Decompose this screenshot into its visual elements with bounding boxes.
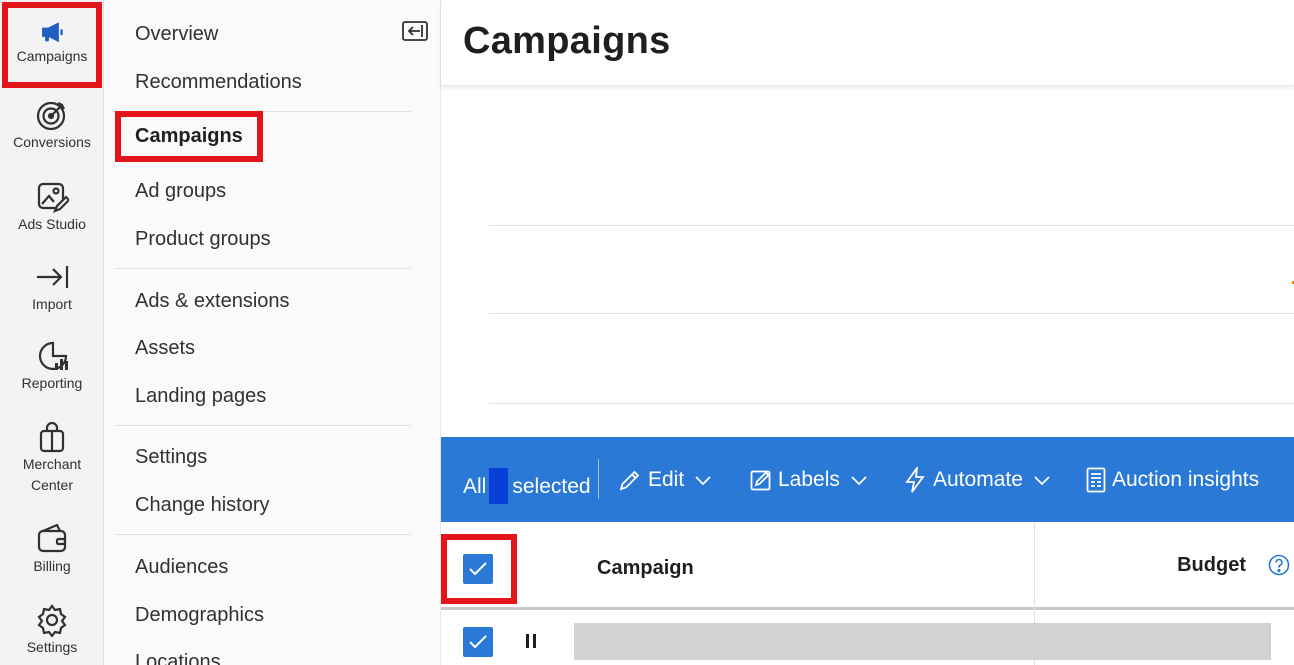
select-all-checkbox[interactable] <box>463 554 493 584</box>
shopping-bag-icon <box>39 421 65 453</box>
edit-button[interactable]: Edit <box>618 465 712 495</box>
automate-button[interactable]: Automate <box>903 465 1051 495</box>
rail-item-reporting[interactable]: Reporting <box>0 339 104 394</box>
nav-item-change-history[interactable]: Change history <box>135 494 270 517</box>
rail-label-ads-studio: Ads Studio <box>18 216 86 232</box>
rail-item-settings[interactable]: Settings <box>0 603 104 658</box>
redacted-count <box>489 468 509 504</box>
help-icon[interactable] <box>1268 554 1290 576</box>
selection-status: All selected <box>463 468 591 504</box>
select-all-highlight <box>441 534 517 604</box>
bulk-action-toolbar: All selected Edit Labels Automate Auctio… <box>441 437 1294 522</box>
auction-insights-button[interactable]: Auction insights <box>1086 465 1259 495</box>
nav-divider <box>114 268 411 269</box>
toolbar-separator <box>598 459 599 499</box>
column-header-budget[interactable]: Budget <box>1177 554 1246 577</box>
rail-label-import: Import <box>32 296 72 312</box>
chart-gridline <box>489 403 1294 404</box>
nav-item-recommendations[interactable]: Recommendations <box>135 71 302 94</box>
checkmark-icon <box>469 635 487 649</box>
rail-label-settings: Settings <box>26 639 78 655</box>
rail-label-reporting: Reporting <box>21 375 83 391</box>
megaphone-icon <box>42 22 63 43</box>
rail-label-billing: Billing <box>33 558 71 574</box>
rail-item-billing[interactable]: Billing <box>0 522 104 577</box>
nav-item-campaigns[interactable]: Campaigns <box>115 111 263 162</box>
rail-label-merchant-center: Merchant Center <box>22 456 82 493</box>
pause-icon[interactable] <box>525 633 537 649</box>
page-title: Campaigns <box>463 20 671 62</box>
lightning-icon <box>905 467 925 493</box>
collapse-panel-icon[interactable] <box>402 21 428 41</box>
target-icon <box>36 101 66 131</box>
rail-label-campaigns: Campaigns <box>16 48 88 64</box>
labels-button[interactable]: Labels <box>750 465 868 495</box>
left-rail: Campaigns Conversions Ads Studio Import … <box>0 0 104 665</box>
table-header: Campaign Budget <box>441 522 1294 610</box>
chart-gridline <box>489 313 1294 314</box>
nav-item-ad-groups[interactable]: Ad groups <box>135 180 226 203</box>
rail-item-conversions[interactable]: Conversions <box>0 98 104 153</box>
nav-item-settings[interactable]: Settings <box>135 446 207 469</box>
table-row <box>441 613 1294 665</box>
label-edit-icon <box>750 470 771 491</box>
rail-item-merchant-center[interactable]: Merchant Center <box>0 420 104 496</box>
secondary-nav: Overview Recommendations Campaigns Ad gr… <box>104 0 441 665</box>
pie-chart-icon <box>38 341 68 371</box>
automate-label: Automate <box>933 468 1023 491</box>
pencil-icon <box>619 470 640 491</box>
column-header-campaign[interactable]: Campaign <box>597 557 694 580</box>
nav-item-product-groups[interactable]: Product groups <box>135 228 271 251</box>
gear-icon <box>37 604 67 637</box>
nav-divider <box>114 425 411 426</box>
rail-item-ads-studio[interactable]: Ads Studio <box>0 180 104 235</box>
rail-label-conversions: Conversions <box>13 134 91 150</box>
selection-prefix: All <box>463 475 487 498</box>
import-arrow-icon <box>37 266 69 288</box>
report-icon <box>1086 467 1106 493</box>
image-edit-icon <box>37 182 69 213</box>
nav-item-audiences[interactable]: Audiences <box>135 556 228 579</box>
nav-item-landing-pages[interactable]: Landing pages <box>135 385 266 408</box>
nav-item-ads-extensions[interactable]: Ads & extensions <box>135 290 290 313</box>
row-checkbox[interactable] <box>463 627 493 657</box>
chevron-down-icon <box>695 476 711 486</box>
nav-item-overview[interactable]: Overview <box>135 23 218 46</box>
main-content: Campaigns All selected Edit Labels Autom… <box>441 0 1294 665</box>
wallet-icon <box>37 523 67 553</box>
nav-item-demographics[interactable]: Demographics <box>135 604 264 627</box>
nav-item-locations[interactable]: Locations <box>135 651 221 665</box>
checkmark-icon <box>469 562 487 576</box>
app-root: Campaigns Conversions Ads Studio Import … <box>0 0 1294 665</box>
rail-item-import[interactable]: Import <box>0 260 104 315</box>
page-header: Campaigns <box>441 0 1294 86</box>
chevron-down-icon <box>851 476 867 486</box>
nav-item-assets[interactable]: Assets <box>135 337 195 360</box>
selection-suffix: selected <box>512 475 591 498</box>
chevron-down-icon <box>1034 476 1050 486</box>
labels-label: Labels <box>778 468 840 491</box>
rail-item-campaigns[interactable]: Campaigns <box>2 2 102 88</box>
redacted-campaign-name <box>574 623 1271 660</box>
auction-insights-label: Auction insights <box>1112 468 1260 491</box>
nav-divider <box>114 534 411 535</box>
edit-label: Edit <box>648 468 685 491</box>
chart-gridline <box>489 225 1294 226</box>
